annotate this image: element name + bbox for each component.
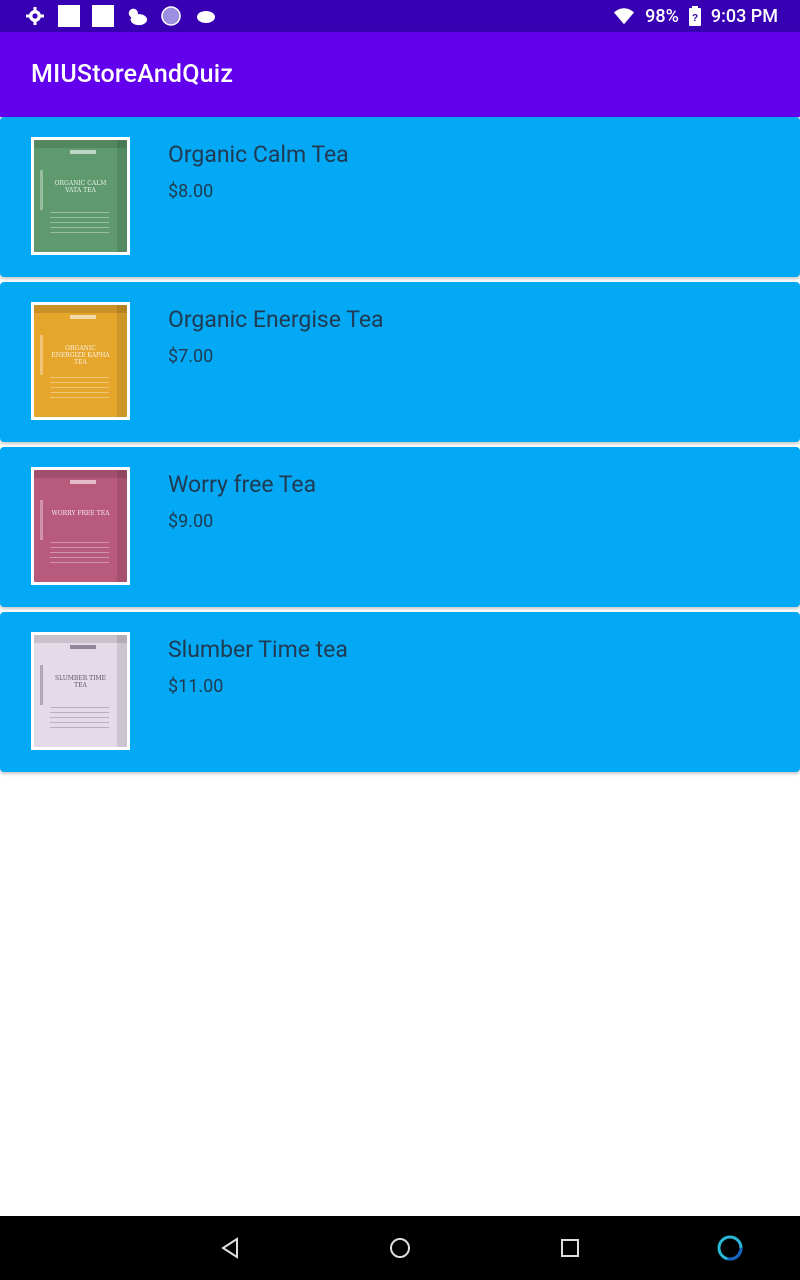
product-image: ORGANIC CALM VATA TEA bbox=[31, 137, 130, 255]
square-notification-icon bbox=[58, 5, 80, 27]
tea-box-illustration: SLUMBER TIME TEA bbox=[34, 635, 127, 747]
tea-box-illustration: ORGANIC CALM VATA TEA bbox=[34, 140, 127, 252]
navigation-bar bbox=[0, 1216, 800, 1280]
home-icon[interactable] bbox=[388, 1236, 412, 1260]
product-price: $11.00 bbox=[168, 676, 224, 697]
product-name: Slumber Time tea bbox=[168, 636, 348, 663]
app-bar: MIUStoreAndQuiz bbox=[0, 32, 800, 117]
tea-box-label: ORGANIC CALM VATA TEA bbox=[54, 180, 107, 194]
product-name: Organic Energise Tea bbox=[168, 306, 384, 333]
status-bar: 98% ? 9:03 PM bbox=[0, 0, 800, 32]
wifi-icon bbox=[613, 5, 635, 27]
back-icon[interactable] bbox=[218, 1236, 242, 1260]
app-title: MIUStoreAndQuiz bbox=[31, 60, 234, 89]
recents-icon[interactable] bbox=[558, 1236, 582, 1260]
weather-icon bbox=[126, 5, 148, 27]
product-image: WORRY FREE TEA bbox=[31, 467, 130, 585]
settings-icon bbox=[24, 5, 46, 27]
product-name: Worry free Tea bbox=[168, 471, 317, 498]
tea-box-label: ORGANIC ENERGIZE KAPHA TEA bbox=[51, 345, 110, 366]
tea-box-label: WORRY FREE TEA bbox=[51, 510, 110, 517]
status-bar-notifications bbox=[24, 5, 216, 27]
product-name: Organic Calm Tea bbox=[168, 141, 349, 168]
circle-notification-icon bbox=[160, 5, 182, 27]
square-notification-icon bbox=[92, 5, 114, 27]
product-price: $9.00 bbox=[168, 511, 214, 532]
status-bar-system: 98% ? 9:03 PM bbox=[613, 5, 778, 27]
assistant-icon[interactable] bbox=[716, 1234, 744, 1262]
cloud-icon bbox=[194, 5, 216, 27]
battery-icon: ? bbox=[688, 5, 701, 27]
product-card[interactable]: SLUMBER TIME TEA Slumber Time tea $11.00 bbox=[0, 612, 800, 772]
tea-box-illustration: WORRY FREE TEA bbox=[34, 470, 127, 582]
battery-percent: 98% bbox=[645, 5, 679, 27]
product-price: $8.00 bbox=[168, 181, 214, 202]
tea-box-illustration: ORGANIC ENERGIZE KAPHA TEA bbox=[34, 305, 127, 417]
clock: 9:03 PM bbox=[710, 5, 778, 27]
product-card[interactable]: ORGANIC ENERGIZE KAPHA TEA Organic Energi… bbox=[0, 282, 800, 442]
tea-box-label: SLUMBER TIME TEA bbox=[54, 675, 107, 689]
svg-text:?: ? bbox=[692, 13, 698, 24]
product-card[interactable]: ORGANIC CALM VATA TEA Organic Calm Tea $8.… bbox=[0, 117, 800, 277]
product-price: $7.00 bbox=[168, 346, 214, 367]
product-list: ORGANIC CALM VATA TEA Organic Calm Tea $8.… bbox=[0, 117, 800, 772]
product-image: SLUMBER TIME TEA bbox=[31, 632, 130, 750]
product-image: ORGANIC ENERGIZE KAPHA TEA bbox=[31, 302, 130, 420]
product-card[interactable]: WORRY FREE TEA Worry free Tea $9.00 bbox=[0, 447, 800, 607]
